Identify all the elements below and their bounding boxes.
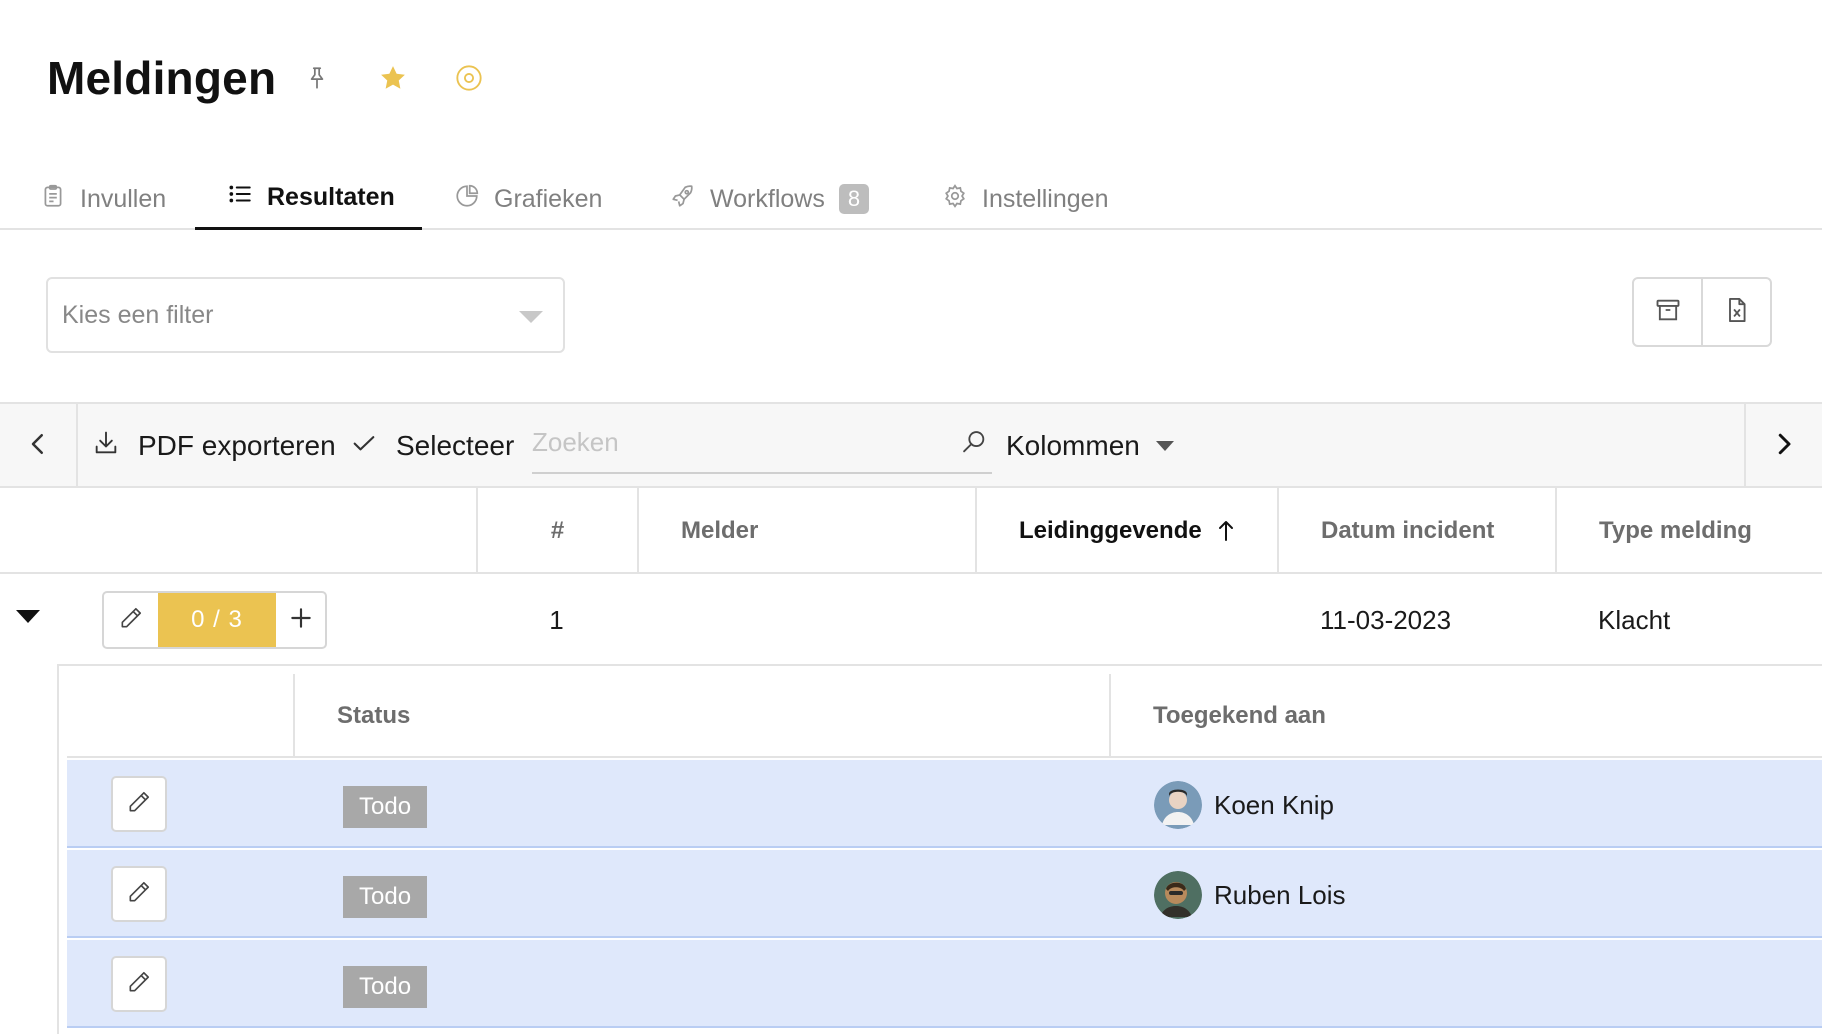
edit-task-button[interactable]: [111, 866, 167, 922]
archive-button[interactable]: [1634, 279, 1701, 345]
chevron-right-icon: [1769, 429, 1799, 464]
tab-invullen[interactable]: Invullen: [8, 168, 198, 230]
filter-placeholder: Kies een filter: [62, 300, 214, 329]
page-header: Meldingen: [47, 48, 484, 108]
column-header-number[interactable]: #: [476, 488, 637, 574]
assignee[interactable]: Koen Knip: [1154, 781, 1334, 829]
column-header-label: Type melding: [1599, 517, 1752, 544]
tab-workflows[interactable]: Workflows 8: [638, 168, 901, 230]
table-header: # Melder Leidinggevende Datum incident T…: [0, 488, 1822, 574]
workflow-progress[interactable]: 0 / 3: [158, 593, 276, 647]
column-header-melder[interactable]: Melder: [637, 488, 975, 574]
excel-export-button[interactable]: [1701, 279, 1770, 345]
tab-resultaten[interactable]: Resultaten: [195, 168, 422, 230]
table-row: 0 / 3 1 11-03-2023 Klacht: [0, 576, 1822, 664]
scroll-right-button[interactable]: [1744, 404, 1822, 488]
tab-label: Resultaten: [267, 183, 395, 211]
column-header-label: Status: [337, 702, 411, 729]
status-badge[interactable]: Todo: [343, 966, 428, 1008]
subtable-header: Status Toegekend aan: [67, 674, 1822, 758]
tab-label: Invullen: [80, 184, 167, 213]
table-toolbar: PDF exporteren Selecteer Kolommen: [0, 402, 1822, 488]
select-label: Selecteer: [396, 430, 515, 461]
column-header-status[interactable]: Status: [293, 674, 1109, 758]
column-header-label: #: [550, 517, 565, 544]
pencil-icon: [126, 879, 152, 910]
column-header-type[interactable]: Type melding: [1555, 488, 1822, 574]
checkmark-icon: [350, 429, 378, 464]
status-badge[interactable]: Todo: [343, 876, 428, 918]
archive-icon: [1654, 296, 1682, 329]
column-header-label: Leidinggevende: [1019, 517, 1202, 544]
list-icon: [227, 181, 253, 214]
search-icon[interactable]: [960, 428, 988, 456]
download-icon: [92, 429, 120, 464]
select-button[interactable]: Selecteer: [350, 404, 514, 488]
columns-dropdown[interactable]: Kolommen: [1006, 404, 1174, 488]
pdf-export-button[interactable]: PDF exporteren: [92, 404, 336, 488]
search-input[interactable]: [532, 424, 952, 460]
caret-down-icon: [1155, 441, 1174, 451]
rocket-icon: [670, 183, 696, 216]
column-header-leidinggevende[interactable]: Leidinggevende: [975, 488, 1277, 574]
subtable-tasks: Status Toegekend aan Todo Koen Knip Todo…: [57, 664, 1822, 1034]
chevron-left-icon: [23, 429, 53, 464]
star-icon[interactable]: [376, 61, 410, 95]
export-button-group: [1632, 277, 1772, 347]
column-header-label: Datum incident: [1321, 517, 1495, 544]
clipboard-icon: [40, 183, 66, 216]
row-actions: 0 / 3: [102, 591, 327, 649]
sort-ascending-icon: [1216, 519, 1236, 543]
tab-instellingen[interactable]: Instellingen: [910, 168, 1140, 230]
assignee-name: Ruben Lois: [1214, 879, 1346, 910]
edit-row-button[interactable]: [104, 593, 158, 647]
excel-file-icon: [1723, 296, 1751, 329]
gear-icon: [942, 183, 968, 216]
add-task-button[interactable]: [276, 593, 325, 647]
tab-label: Grafieken: [494, 184, 603, 213]
tab-label: Workflows: [710, 184, 825, 213]
pencil-icon: [126, 969, 152, 1000]
edit-task-button[interactable]: [111, 956, 167, 1012]
cell-type: Klacht: [1598, 604, 1671, 635]
target-icon[interactable]: [454, 63, 484, 93]
tab-grafieken[interactable]: Grafieken: [422, 168, 634, 230]
column-header-label: Melder: [681, 517, 759, 544]
column-header-datum[interactable]: Datum incident: [1277, 488, 1555, 574]
count-badge: 8: [838, 184, 870, 214]
avatar: [1154, 781, 1202, 829]
columns-label: Kolommen: [1006, 430, 1140, 461]
page-title: Meldingen: [47, 52, 277, 104]
assignee-name: Koen Knip: [1214, 789, 1334, 820]
subtable-row: Todo: [67, 940, 1822, 1028]
edit-task-button[interactable]: [111, 776, 167, 832]
pencil-icon: [126, 789, 152, 820]
search-field: [532, 418, 992, 474]
column-header-label: Toegekend aan: [1153, 702, 1326, 729]
scroll-left-button[interactable]: [0, 404, 78, 488]
status-badge[interactable]: Todo: [343, 786, 428, 828]
subtable-row: Todo Ruben Lois: [67, 850, 1822, 938]
collapse-caret-icon[interactable]: [16, 610, 40, 623]
chevron-down-icon: [519, 311, 543, 323]
pdf-export-label: PDF exporteren: [138, 430, 336, 461]
avatar: [1154, 871, 1202, 919]
cell-datum: 11-03-2023: [1320, 604, 1452, 635]
filter-select[interactable]: Kies een filter: [46, 277, 565, 353]
plus-icon: [288, 601, 314, 640]
subtable-row: Todo Koen Knip: [67, 760, 1822, 848]
tab-label: Instellingen: [982, 184, 1109, 213]
page: Meldingen Invullen Resultaten Grafieken …: [0, 0, 1822, 1034]
pencil-icon: [118, 605, 144, 636]
pie-chart-icon: [454, 183, 480, 216]
column-header-assignee[interactable]: Toegekend aan: [1109, 674, 1822, 758]
assignee[interactable]: Ruben Lois: [1154, 871, 1346, 919]
tab-bar: Invullen Resultaten Grafieken Workflows …: [0, 168, 1822, 230]
pin-icon[interactable]: [302, 63, 332, 93]
cell-number: 1: [549, 604, 564, 635]
